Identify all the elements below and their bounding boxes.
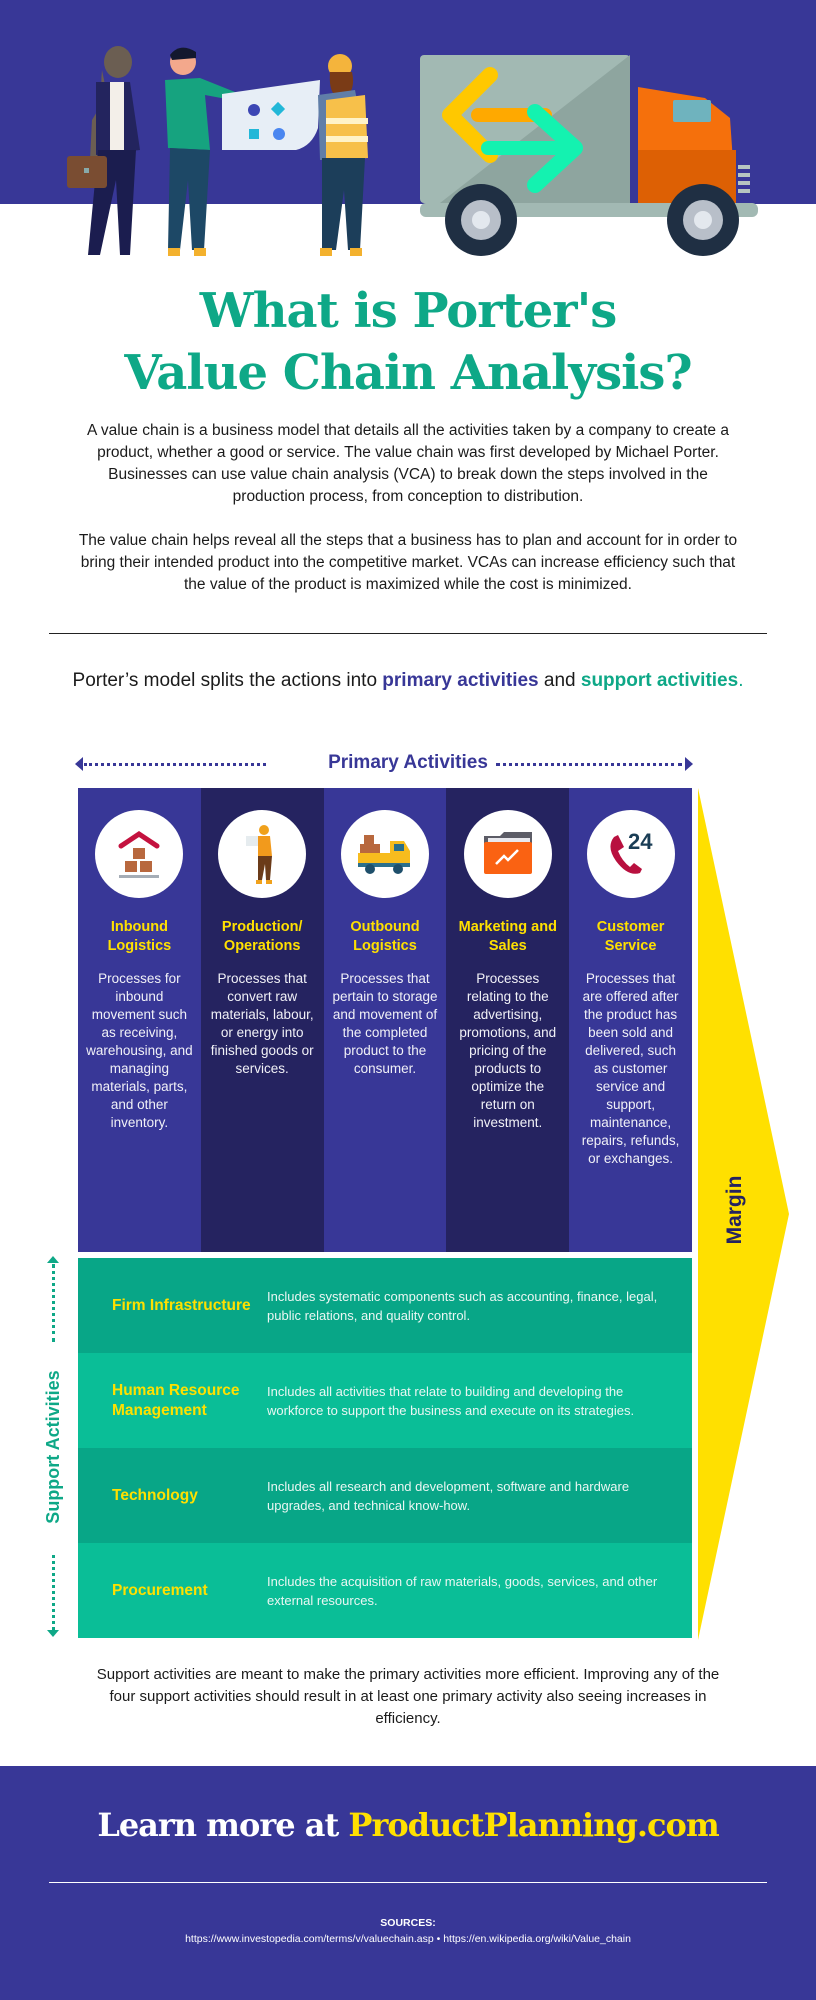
warehouse-boxes-icon	[95, 810, 184, 898]
support-row-human-resource-management: Human Resource Management Includes all a…	[78, 1353, 692, 1448]
primary-activities-heading: Primary Activities	[328, 752, 488, 773]
dotted-line-top	[52, 1264, 55, 1342]
support-row-firm-infrastructure: Firm Infrastructure Includes systematic …	[78, 1258, 692, 1353]
divider	[49, 633, 767, 634]
arrow-up-icon	[47, 1256, 59, 1263]
delivery-truck-illustration	[420, 55, 758, 256]
arrow-right-icon	[685, 757, 693, 771]
sources-list: https://www.investopedia.com/terms/v/val…	[185, 1933, 631, 1945]
phone-24-icon: 24	[586, 810, 675, 898]
folder-chart-icon	[463, 810, 552, 898]
flowchart-board	[222, 80, 320, 150]
arrow-down-icon	[47, 1630, 59, 1637]
support-row-procurement: Procurement Includes the acquisition of …	[78, 1543, 692, 1638]
sources-label: SOURCES:	[380, 1917, 436, 1929]
construction-worker-figure	[318, 54, 368, 256]
primary-column-inbound-logistics: Inbound Logistics Processes for inbound …	[78, 788, 201, 1252]
split-sentence: Porter’s model splits the actions into p…	[72, 670, 744, 691]
intro-text: A value chain is a business model that d…	[70, 420, 746, 618]
product-planning-link[interactable]: ProductPlanning.com	[348, 1806, 719, 1844]
worker-with-blueprint-icon	[218, 810, 307, 898]
page-title: What is Porter's Value Chain Analysis?	[124, 283, 692, 401]
hero-illustration	[67, 46, 758, 256]
footer	[0, 1766, 816, 2000]
support-activities-heading: Support Activities	[43, 1370, 63, 1524]
primary-column-outbound-logistics: Outbound Logistics Processes that pertai…	[323, 788, 447, 1252]
businesswoman-figure	[67, 46, 140, 255]
primary-column-marketing-and-sales: Marketing and Sales Processes relating t…	[446, 788, 570, 1252]
intro-paragraph-2: The value chain helps reveal all the ste…	[78, 532, 738, 593]
primary-column-production-operations: Production/ Operations Processes that co…	[200, 788, 324, 1252]
margin-label: Margin	[723, 1175, 746, 1245]
support-activities-highlight: support activities	[580, 670, 739, 691]
phone-badge-text: 24	[628, 829, 653, 854]
outro-text: Support activities are meant to make the…	[96, 1666, 720, 1727]
footer-divider	[49, 1882, 767, 1883]
primary-activities-columns: Inbound Logistics Processes for inbound …	[78, 788, 692, 1252]
learn-more-cta: Learn more at ProductPlanning.com	[97, 1806, 719, 1844]
man-figure	[165, 47, 235, 256]
delivery-truck-icon	[340, 810, 429, 898]
dotted-line-right	[496, 763, 682, 767]
support-row-technology: Technology Includes all research and dev…	[78, 1448, 692, 1543]
primary-column-customer-service: 24 Customer Service Processes that are o…	[569, 788, 692, 1252]
support-activities-table: Firm Infrastructure Includes systematic …	[78, 1258, 692, 1638]
primary-activities-highlight: primary activities	[382, 670, 539, 691]
dotted-line-bottom	[52, 1555, 55, 1630]
intro-paragraph-1: A value chain is a business model that d…	[87, 422, 729, 505]
